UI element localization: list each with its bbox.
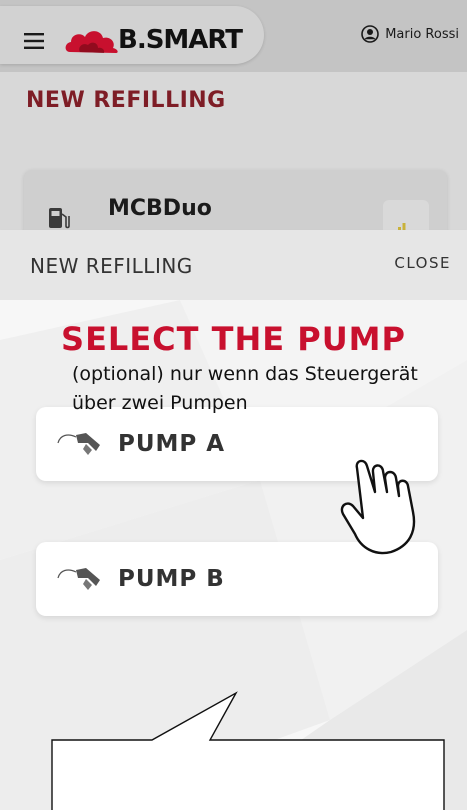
callout-bubble (51, 691, 445, 810)
modal-header: NEW REFILLING CLOSE (0, 230, 467, 300)
user-circle-icon (361, 25, 380, 43)
pump-b-label: PUMP B (118, 566, 225, 592)
device-name: MCBDuo (108, 196, 212, 221)
background-page-title: NEW REFILLING (26, 88, 226, 113)
logo-pill: B.SMART (0, 6, 264, 64)
brand-logo: B.SMART (64, 22, 244, 60)
modal-title: NEW REFILLING (30, 254, 193, 278)
brand-name: B.SMART (118, 25, 243, 55)
pointing-hand-icon (340, 459, 416, 555)
modal-body: SELECT THE PUMP PUMP A PUMP B (optional)… (0, 300, 467, 810)
cloud-logo-icon (65, 31, 118, 53)
user-menu[interactable]: Mario Rossi (361, 25, 459, 43)
top-bar: B.SMART Mario Rossi (0, 0, 467, 72)
pump-a-label: PUMP A (118, 431, 226, 457)
callout-text: (optional) nur wenn das Steuergerät über… (72, 363, 418, 414)
fuel-nozzle-icon (57, 568, 100, 590)
fuel-station-icon (49, 208, 70, 229)
fuel-nozzle-icon (57, 433, 100, 455)
app-screen: B.SMART Mario Rossi NEW REFILLING MCBDuo (0, 0, 467, 810)
close-button[interactable]: CLOSE (394, 254, 451, 272)
user-name: Mario Rossi (385, 26, 459, 42)
hamburger-icon[interactable] (24, 33, 44, 49)
select-pump-heading: SELECT THE PUMP (61, 320, 406, 358)
